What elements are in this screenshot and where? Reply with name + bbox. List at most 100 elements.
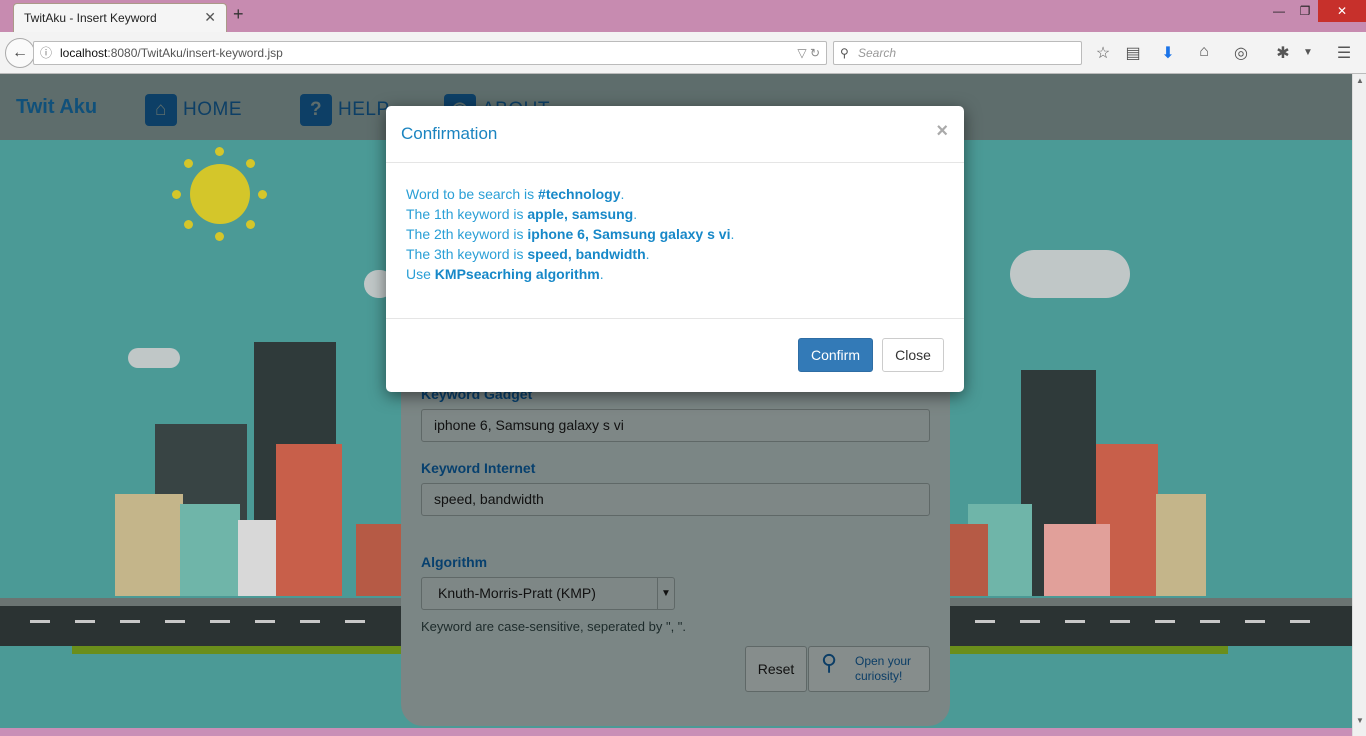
- chevron-down-icon: ▼: [657, 578, 674, 609]
- sun-ray: [184, 220, 193, 229]
- reading-list-icon[interactable]: ▤: [1123, 43, 1143, 63]
- open-curiosity-button[interactable]: ⚲ Open your curiosity!: [808, 646, 930, 692]
- building-illustration: [1044, 524, 1110, 596]
- confirmation-modal: Confirmation × Word to be search is #tec…: [386, 106, 964, 392]
- confirm-button[interactable]: Confirm: [798, 338, 873, 372]
- line-value: iphone 6, Samsung galaxy s vi: [527, 226, 731, 242]
- algorithm-select[interactable]: Knuth-Morris-Pratt (KMP) ▼: [421, 577, 675, 610]
- home-browser-icon[interactable]: ⌂: [1194, 43, 1214, 61]
- line-suffix: .: [620, 186, 625, 202]
- line-suffix: .: [645, 246, 650, 262]
- nav-help[interactable]: ? HELP: [300, 94, 390, 126]
- line-prefix: Word to be search is: [406, 186, 539, 202]
- line-suffix: .: [730, 226, 735, 242]
- sun-ray: [215, 232, 224, 241]
- modal-body: Word to be search is #technology. The 1t…: [406, 184, 734, 284]
- building-illustration: [950, 524, 988, 596]
- open-line1: Open your: [855, 654, 912, 668]
- road-dash: [1020, 620, 1040, 623]
- scroll-down-icon[interactable]: ▼: [1356, 716, 1364, 725]
- road-dash: [75, 620, 95, 623]
- scroll-up-icon[interactable]: ▲: [1356, 76, 1364, 85]
- road-dash: [1155, 620, 1175, 623]
- internet-label: Keyword Internet: [421, 460, 536, 476]
- line-value: apple, samsung: [527, 206, 634, 222]
- modal-title: Confirmation: [401, 124, 498, 143]
- line-prefix: Use: [406, 266, 435, 282]
- restore-icon[interactable]: ❐: [1294, 0, 1316, 22]
- road-dash: [300, 620, 320, 623]
- keyword-hint: Keyword are case-sensitive, seperated by…: [421, 619, 687, 634]
- road-dash: [1065, 620, 1085, 623]
- site-logo[interactable]: Twit Aku: [16, 96, 97, 119]
- road-dash: [255, 620, 275, 623]
- menu-icon[interactable]: ☰: [1334, 43, 1354, 63]
- search-placeholder: Search: [858, 46, 897, 60]
- tab-close-icon[interactable]: ✕: [204, 9, 216, 26]
- url-host: localhost: [60, 46, 108, 60]
- gadget-input[interactable]: iphone 6, Samsung galaxy s vi: [421, 409, 930, 442]
- extension-icon[interactable]: ✱: [1273, 43, 1293, 63]
- road-dash: [1110, 620, 1130, 623]
- url-path: :8080/TwitAku/insert-keyword.jsp: [107, 46, 283, 60]
- back-icon[interactable]: ←: [5, 38, 35, 68]
- modal-footer: [386, 318, 964, 392]
- site-info-icon[interactable]: ⓘ: [40, 42, 52, 64]
- search-icon: ⚲: [840, 46, 849, 60]
- bookmark-star-icon[interactable]: ☆: [1093, 43, 1113, 63]
- road-dash: [165, 620, 185, 623]
- road-dash: [1290, 620, 1310, 623]
- sun-ray: [184, 159, 193, 168]
- sun-ray: [258, 190, 267, 199]
- road-dash: [210, 620, 230, 623]
- road-dash: [120, 620, 140, 623]
- nav-help-label: HELP: [338, 99, 390, 121]
- sun-ray: [246, 159, 255, 168]
- sun-ray: [246, 220, 255, 229]
- close-button[interactable]: Close: [882, 338, 944, 372]
- cloud-illustration: [1010, 250, 1130, 298]
- line-prefix: The 2th keyword is: [406, 226, 528, 242]
- new-tab-button[interactable]: +: [233, 4, 244, 25]
- modal-header: Confirmation ×: [386, 106, 964, 163]
- help-icon: ?: [300, 94, 332, 126]
- road-dash: [975, 620, 995, 623]
- home-icon: ⌂: [145, 94, 177, 126]
- pocket-icon[interactable]: ◎: [1231, 43, 1251, 63]
- extension-dropdown-icon[interactable]: ▼: [1298, 47, 1318, 58]
- line-value: speed, bandwidth: [527, 246, 646, 262]
- line-suffix: .: [599, 266, 604, 282]
- line-suffix: .: [633, 206, 638, 222]
- line-prefix: The 1th keyword is: [406, 206, 528, 222]
- nav-home-label: HOME: [183, 99, 242, 121]
- internet-input[interactable]: speed, bandwidth: [421, 483, 930, 516]
- sun-ray: [215, 147, 224, 156]
- search-input[interactable]: ⚲ Search: [833, 41, 1082, 65]
- building-illustration: [180, 504, 240, 596]
- line-value: KMPseacrhing algorithm: [434, 266, 600, 282]
- open-line2: curiosity!: [855, 669, 903, 683]
- browser-tab[interactable]: TwitAku - Insert Keyword ✕: [13, 3, 227, 32]
- download-icon[interactable]: ⬇: [1158, 43, 1178, 63]
- minimize-icon[interactable]: —: [1268, 0, 1290, 22]
- reload-icon[interactable]: ▽ ↻: [797, 42, 820, 64]
- road-dash: [1200, 620, 1220, 623]
- road-dash: [30, 620, 50, 623]
- browser-titlebar: TwitAku - Insert Keyword ✕ + — ❐ ✕: [0, 0, 1366, 32]
- sun-ray: [172, 190, 181, 199]
- nav-home[interactable]: ⌂ HOME: [145, 94, 242, 126]
- building-illustration: [1156, 494, 1206, 596]
- sun-illustration: [190, 164, 250, 224]
- page-scrollbar[interactable]: ▲ ▼: [1352, 74, 1366, 736]
- line-prefix: The 3th keyword is: [406, 246, 528, 262]
- window-close-icon[interactable]: ✕: [1318, 0, 1366, 22]
- twitter-search-icon: ⚲: [821, 650, 838, 675]
- close-icon[interactable]: ×: [936, 120, 948, 143]
- reset-button[interactable]: Reset: [745, 646, 807, 692]
- algorithm-label: Algorithm: [421, 554, 488, 570]
- road-dash: [345, 620, 365, 623]
- modal-line: Word to be search is #technology.: [406, 184, 734, 204]
- building-illustration: [356, 524, 402, 596]
- url-bar[interactable]: ⓘ localhost:8080/TwitAku/insert-keyword.…: [33, 41, 827, 65]
- os-taskbar: [0, 728, 1352, 736]
